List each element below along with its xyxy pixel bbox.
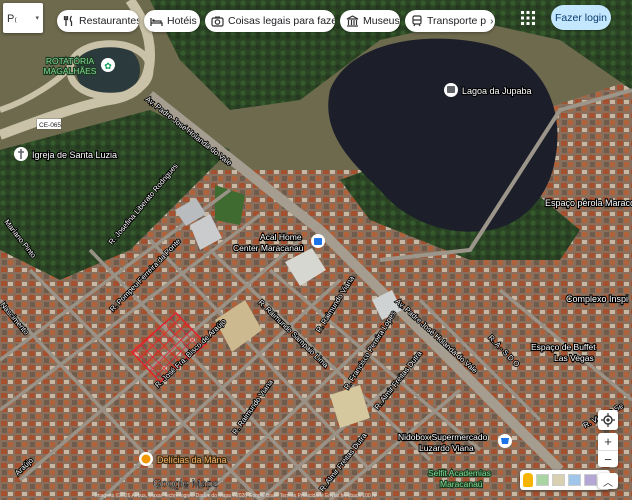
igreja-label: Igreja de Santa Luzia bbox=[32, 150, 117, 160]
chip-label: Hotéis bbox=[167, 15, 197, 27]
expand-button[interactable]: ︿ bbox=[598, 473, 618, 489]
zoom-in-button[interactable]: + bbox=[598, 433, 618, 450]
chip-label: Coisas legais para fazer bbox=[228, 15, 335, 27]
svg-text:✿: ✿ bbox=[104, 61, 112, 71]
transit-icon bbox=[411, 14, 423, 28]
chip-restaurantes[interactable]: Restaurantes bbox=[57, 10, 139, 32]
nidobox-label-1: Nidobox Supermercado bbox=[398, 432, 488, 442]
selfit-label-2: Maracanaú bbox=[440, 479, 483, 489]
bed-icon bbox=[150, 14, 163, 28]
espaco-perola-label: Espaço pérola Maraco bbox=[545, 198, 632, 208]
delicias-label: Delícias da Mãna bbox=[157, 455, 227, 465]
layer-thumb-map[interactable] bbox=[536, 474, 549, 486]
acal-marker bbox=[311, 234, 325, 248]
apps-grid-icon[interactable] bbox=[520, 10, 536, 26]
layer-thumb-traffic[interactable] bbox=[568, 474, 581, 486]
location-target-icon bbox=[601, 413, 615, 427]
nidobox-label-2: Luzardo Viana bbox=[419, 443, 474, 453]
chip-coisas-legais[interactable]: Coisas legais para fazer bbox=[205, 10, 335, 32]
road-label-ce065: CE-065 bbox=[39, 122, 61, 129]
map-attribution: Imagens ©2026 Airbus, Maxar Technologies… bbox=[95, 493, 377, 499]
chip-label: Restaurantes bbox=[79, 15, 139, 27]
selfit-label-1: Selfit Academias bbox=[428, 468, 491, 478]
delicias-marker bbox=[139, 452, 153, 466]
satellite-map[interactable]: ✿ ROTATÓRIA MAGALHÃES Lagoa da Jupaba Ig… bbox=[0, 0, 632, 500]
my-location-button[interactable] bbox=[598, 410, 618, 430]
search-box[interactable]: P₍ ▾ bbox=[3, 3, 43, 33]
buffet-label-2: Las Vegas bbox=[554, 353, 594, 363]
complexo-label: Complexo Inspi bbox=[566, 294, 628, 304]
rotatoria-marker: ✿ bbox=[101, 58, 115, 72]
layer-thumb-transit[interactable] bbox=[584, 474, 597, 486]
google-maps-logo: Google Maps bbox=[153, 478, 219, 490]
chevron-down-icon: ▾ bbox=[35, 15, 39, 22]
zoom-controls: + − bbox=[598, 433, 618, 467]
pegman-icon[interactable] bbox=[523, 473, 533, 487]
login-button[interactable]: Fazer login bbox=[551, 5, 611, 30]
acal-label-2: Center Maracanaú bbox=[233, 243, 304, 253]
chip-museus[interactable]: Museus bbox=[340, 10, 400, 32]
igreja-marker bbox=[14, 147, 28, 161]
chip-hoteis[interactable]: Hotéis bbox=[144, 10, 200, 32]
layers-strip[interactable] bbox=[520, 470, 610, 490]
rotatoria-label-2: MAGALHÃES bbox=[44, 66, 97, 76]
chevron-right-icon: › bbox=[490, 15, 494, 27]
nidobox-marker bbox=[498, 434, 512, 448]
search-text: P₍ bbox=[7, 12, 18, 25]
buffet-label-1: Espaço de Buffet bbox=[531, 342, 596, 352]
acal-label-1: Acal Home bbox=[260, 232, 302, 242]
rotatoria-label-1: ROTATÓRIA bbox=[46, 56, 95, 66]
camera-icon bbox=[211, 14, 224, 28]
zoom-out-button[interactable]: − bbox=[598, 450, 618, 467]
lagoa-label: Lagoa da Jupaba bbox=[462, 86, 532, 96]
museum-icon bbox=[346, 14, 359, 28]
fork-knife-icon bbox=[63, 14, 75, 28]
chevron-up-icon: ︿ bbox=[603, 477, 613, 489]
chip-transporte[interactable]: Transporte p › bbox=[405, 10, 495, 32]
chip-label: Transporte p bbox=[427, 15, 487, 27]
layer-thumb-terrain[interactable] bbox=[552, 474, 565, 486]
lagoa-marker bbox=[444, 83, 458, 97]
chip-label: Museus bbox=[363, 15, 400, 27]
